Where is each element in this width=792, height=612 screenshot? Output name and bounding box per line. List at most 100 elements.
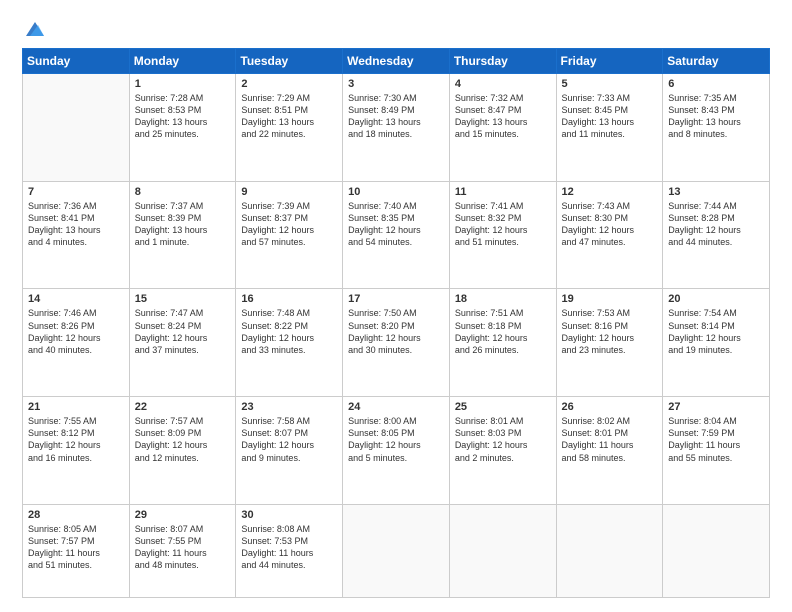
cell-info: Sunrise: 7:57 AM Sunset: 8:09 PM Dayligh…	[135, 415, 231, 464]
calendar-cell: 21 Sunrise: 7:55 AM Sunset: 8:12 PM Dayli…	[23, 397, 130, 505]
calendar-cell: 1 Sunrise: 7:28 AM Sunset: 8:53 PM Daylig…	[129, 74, 236, 182]
calendar-week-row: 1 Sunrise: 7:28 AM Sunset: 8:53 PM Daylig…	[23, 74, 770, 182]
page: SundayMondayTuesdayWednesdayThursdayFrid…	[0, 0, 792, 612]
cell-info: Sunrise: 7:33 AM Sunset: 8:45 PM Dayligh…	[562, 92, 658, 141]
calendar-cell: 10 Sunrise: 7:40 AM Sunset: 8:35 PM Dayli…	[343, 181, 450, 289]
day-number: 8	[135, 186, 231, 198]
day-number: 1	[135, 78, 231, 90]
cell-info: Sunrise: 7:44 AM Sunset: 8:28 PM Dayligh…	[668, 200, 764, 249]
header	[22, 18, 770, 38]
logo	[22, 18, 46, 38]
cell-info: Sunrise: 7:43 AM Sunset: 8:30 PM Dayligh…	[562, 200, 658, 249]
cell-info: Sunrise: 8:07 AM Sunset: 7:55 PM Dayligh…	[135, 523, 231, 572]
calendar-cell: 13 Sunrise: 7:44 AM Sunset: 8:28 PM Dayli…	[663, 181, 770, 289]
calendar-cell: 19Sunrise: 7:53 AM Sunset: 8:16 PM Dayli…	[556, 289, 663, 397]
day-number: 21	[28, 401, 124, 413]
day-number: 6	[668, 78, 764, 90]
day-number: 25	[455, 401, 551, 413]
cell-info: Sunrise: 7:29 AM Sunset: 8:51 PM Dayligh…	[241, 92, 337, 141]
day-number: 16	[241, 293, 337, 305]
calendar-cell: 9 Sunrise: 7:39 AM Sunset: 8:37 PM Daylig…	[236, 181, 343, 289]
calendar-cell	[343, 504, 450, 597]
calendar-cell: 26Sunrise: 8:02 AM Sunset: 8:01 PM Dayli…	[556, 397, 663, 505]
calendar-cell: 7 Sunrise: 7:36 AM Sunset: 8:41 PM Daylig…	[23, 181, 130, 289]
day-number: 26	[562, 401, 658, 413]
logo-icon	[24, 18, 46, 40]
calendar-cell: 25Sunrise: 8:01 AM Sunset: 8:03 PM Dayli…	[449, 397, 556, 505]
day-number: 24	[348, 401, 444, 413]
day-number: 3	[348, 78, 444, 90]
day-number: 7	[28, 186, 124, 198]
cell-info: Sunrise: 7:39 AM Sunset: 8:37 PM Dayligh…	[241, 200, 337, 249]
cell-info: Sunrise: 7:28 AM Sunset: 8:53 PM Dayligh…	[135, 92, 231, 141]
day-number: 10	[348, 186, 444, 198]
cell-info: Sunrise: 7:55 AM Sunset: 8:12 PM Dayligh…	[28, 415, 124, 464]
calendar-cell: 5Sunrise: 7:33 AM Sunset: 8:45 PM Daylig…	[556, 74, 663, 182]
cell-info: Sunrise: 8:05 AM Sunset: 7:57 PM Dayligh…	[28, 523, 124, 572]
cell-info: Sunrise: 7:54 AM Sunset: 8:14 PM Dayligh…	[668, 307, 764, 356]
cell-info: Sunrise: 7:51 AM Sunset: 8:18 PM Dayligh…	[455, 307, 551, 356]
calendar-cell: 27 Sunrise: 8:04 AM Sunset: 7:59 PM Dayli…	[663, 397, 770, 505]
calendar-cell	[449, 504, 556, 597]
calendar-cell: 4Sunrise: 7:32 AM Sunset: 8:47 PM Daylig…	[449, 74, 556, 182]
calendar-header-thursday: Thursday	[449, 49, 556, 74]
cell-info: Sunrise: 7:40 AM Sunset: 8:35 PM Dayligh…	[348, 200, 444, 249]
day-number: 19	[562, 293, 658, 305]
cell-info: Sunrise: 7:37 AM Sunset: 8:39 PM Dayligh…	[135, 200, 231, 249]
calendar-cell: 23 Sunrise: 7:58 AM Sunset: 8:07 PM Dayli…	[236, 397, 343, 505]
day-number: 4	[455, 78, 551, 90]
cell-info: Sunrise: 7:46 AM Sunset: 8:26 PM Dayligh…	[28, 307, 124, 356]
cell-info: Sunrise: 7:41 AM Sunset: 8:32 PM Dayligh…	[455, 200, 551, 249]
day-number: 17	[348, 293, 444, 305]
day-number: 27	[668, 401, 764, 413]
calendar-header-saturday: Saturday	[663, 49, 770, 74]
calendar-cell: 16 Sunrise: 7:48 AM Sunset: 8:22 PM Dayli…	[236, 289, 343, 397]
day-number: 15	[135, 293, 231, 305]
day-number: 12	[562, 186, 658, 198]
calendar-cell: 11 Sunrise: 7:41 AM Sunset: 8:32 PM Dayli…	[449, 181, 556, 289]
day-number: 30	[241, 509, 337, 521]
calendar-cell: 30 Sunrise: 8:08 AM Sunset: 7:53 PM Dayli…	[236, 504, 343, 597]
calendar-header-tuesday: Tuesday	[236, 49, 343, 74]
calendar-cell: 28 Sunrise: 8:05 AM Sunset: 7:57 PM Dayli…	[23, 504, 130, 597]
calendar-week-row: 14 Sunrise: 7:46 AM Sunset: 8:26 PM Dayli…	[23, 289, 770, 397]
calendar-cell: 20 Sunrise: 7:54 AM Sunset: 8:14 PM Dayli…	[663, 289, 770, 397]
calendar-table: SundayMondayTuesdayWednesdayThursdayFrid…	[22, 48, 770, 598]
calendar-cell: 17Sunrise: 7:50 AM Sunset: 8:20 PM Dayli…	[343, 289, 450, 397]
day-number: 29	[135, 509, 231, 521]
day-number: 11	[455, 186, 551, 198]
day-number: 28	[28, 509, 124, 521]
cell-info: Sunrise: 7:47 AM Sunset: 8:24 PM Dayligh…	[135, 307, 231, 356]
cell-info: Sunrise: 7:48 AM Sunset: 8:22 PM Dayligh…	[241, 307, 337, 356]
day-number: 2	[241, 78, 337, 90]
calendar-header-wednesday: Wednesday	[343, 49, 450, 74]
calendar-header-friday: Friday	[556, 49, 663, 74]
cell-info: Sunrise: 7:30 AM Sunset: 8:49 PM Dayligh…	[348, 92, 444, 141]
cell-info: Sunrise: 7:36 AM Sunset: 8:41 PM Dayligh…	[28, 200, 124, 249]
day-number: 20	[668, 293, 764, 305]
calendar-cell: 14 Sunrise: 7:46 AM Sunset: 8:26 PM Dayli…	[23, 289, 130, 397]
cell-info: Sunrise: 8:04 AM Sunset: 7:59 PM Dayligh…	[668, 415, 764, 464]
day-number: 9	[241, 186, 337, 198]
calendar-cell: 6 Sunrise: 7:35 AM Sunset: 8:43 PM Daylig…	[663, 74, 770, 182]
calendar-cell: 18Sunrise: 7:51 AM Sunset: 8:18 PM Dayli…	[449, 289, 556, 397]
calendar-week-row: 7 Sunrise: 7:36 AM Sunset: 8:41 PM Daylig…	[23, 181, 770, 289]
day-number: 13	[668, 186, 764, 198]
cell-info: Sunrise: 7:58 AM Sunset: 8:07 PM Dayligh…	[241, 415, 337, 464]
calendar-header-monday: Monday	[129, 49, 236, 74]
day-number: 23	[241, 401, 337, 413]
cell-info: Sunrise: 7:35 AM Sunset: 8:43 PM Dayligh…	[668, 92, 764, 141]
calendar-cell: 3 Sunrise: 7:30 AM Sunset: 8:49 PM Daylig…	[343, 74, 450, 182]
calendar-header-row: SundayMondayTuesdayWednesdayThursdayFrid…	[23, 49, 770, 74]
calendar-header-sunday: Sunday	[23, 49, 130, 74]
day-number: 22	[135, 401, 231, 413]
cell-info: Sunrise: 8:08 AM Sunset: 7:53 PM Dayligh…	[241, 523, 337, 572]
calendar-cell	[23, 74, 130, 182]
calendar-cell: 2 Sunrise: 7:29 AM Sunset: 8:51 PM Daylig…	[236, 74, 343, 182]
calendar-cell: 29 Sunrise: 8:07 AM Sunset: 7:55 PM Dayli…	[129, 504, 236, 597]
calendar-cell: 12 Sunrise: 7:43 AM Sunset: 8:30 PM Dayli…	[556, 181, 663, 289]
calendar-cell: 22 Sunrise: 7:57 AM Sunset: 8:09 PM Dayli…	[129, 397, 236, 505]
calendar-cell: 15 Sunrise: 7:47 AM Sunset: 8:24 PM Dayli…	[129, 289, 236, 397]
cell-info: Sunrise: 8:00 AM Sunset: 8:05 PM Dayligh…	[348, 415, 444, 464]
day-number: 14	[28, 293, 124, 305]
